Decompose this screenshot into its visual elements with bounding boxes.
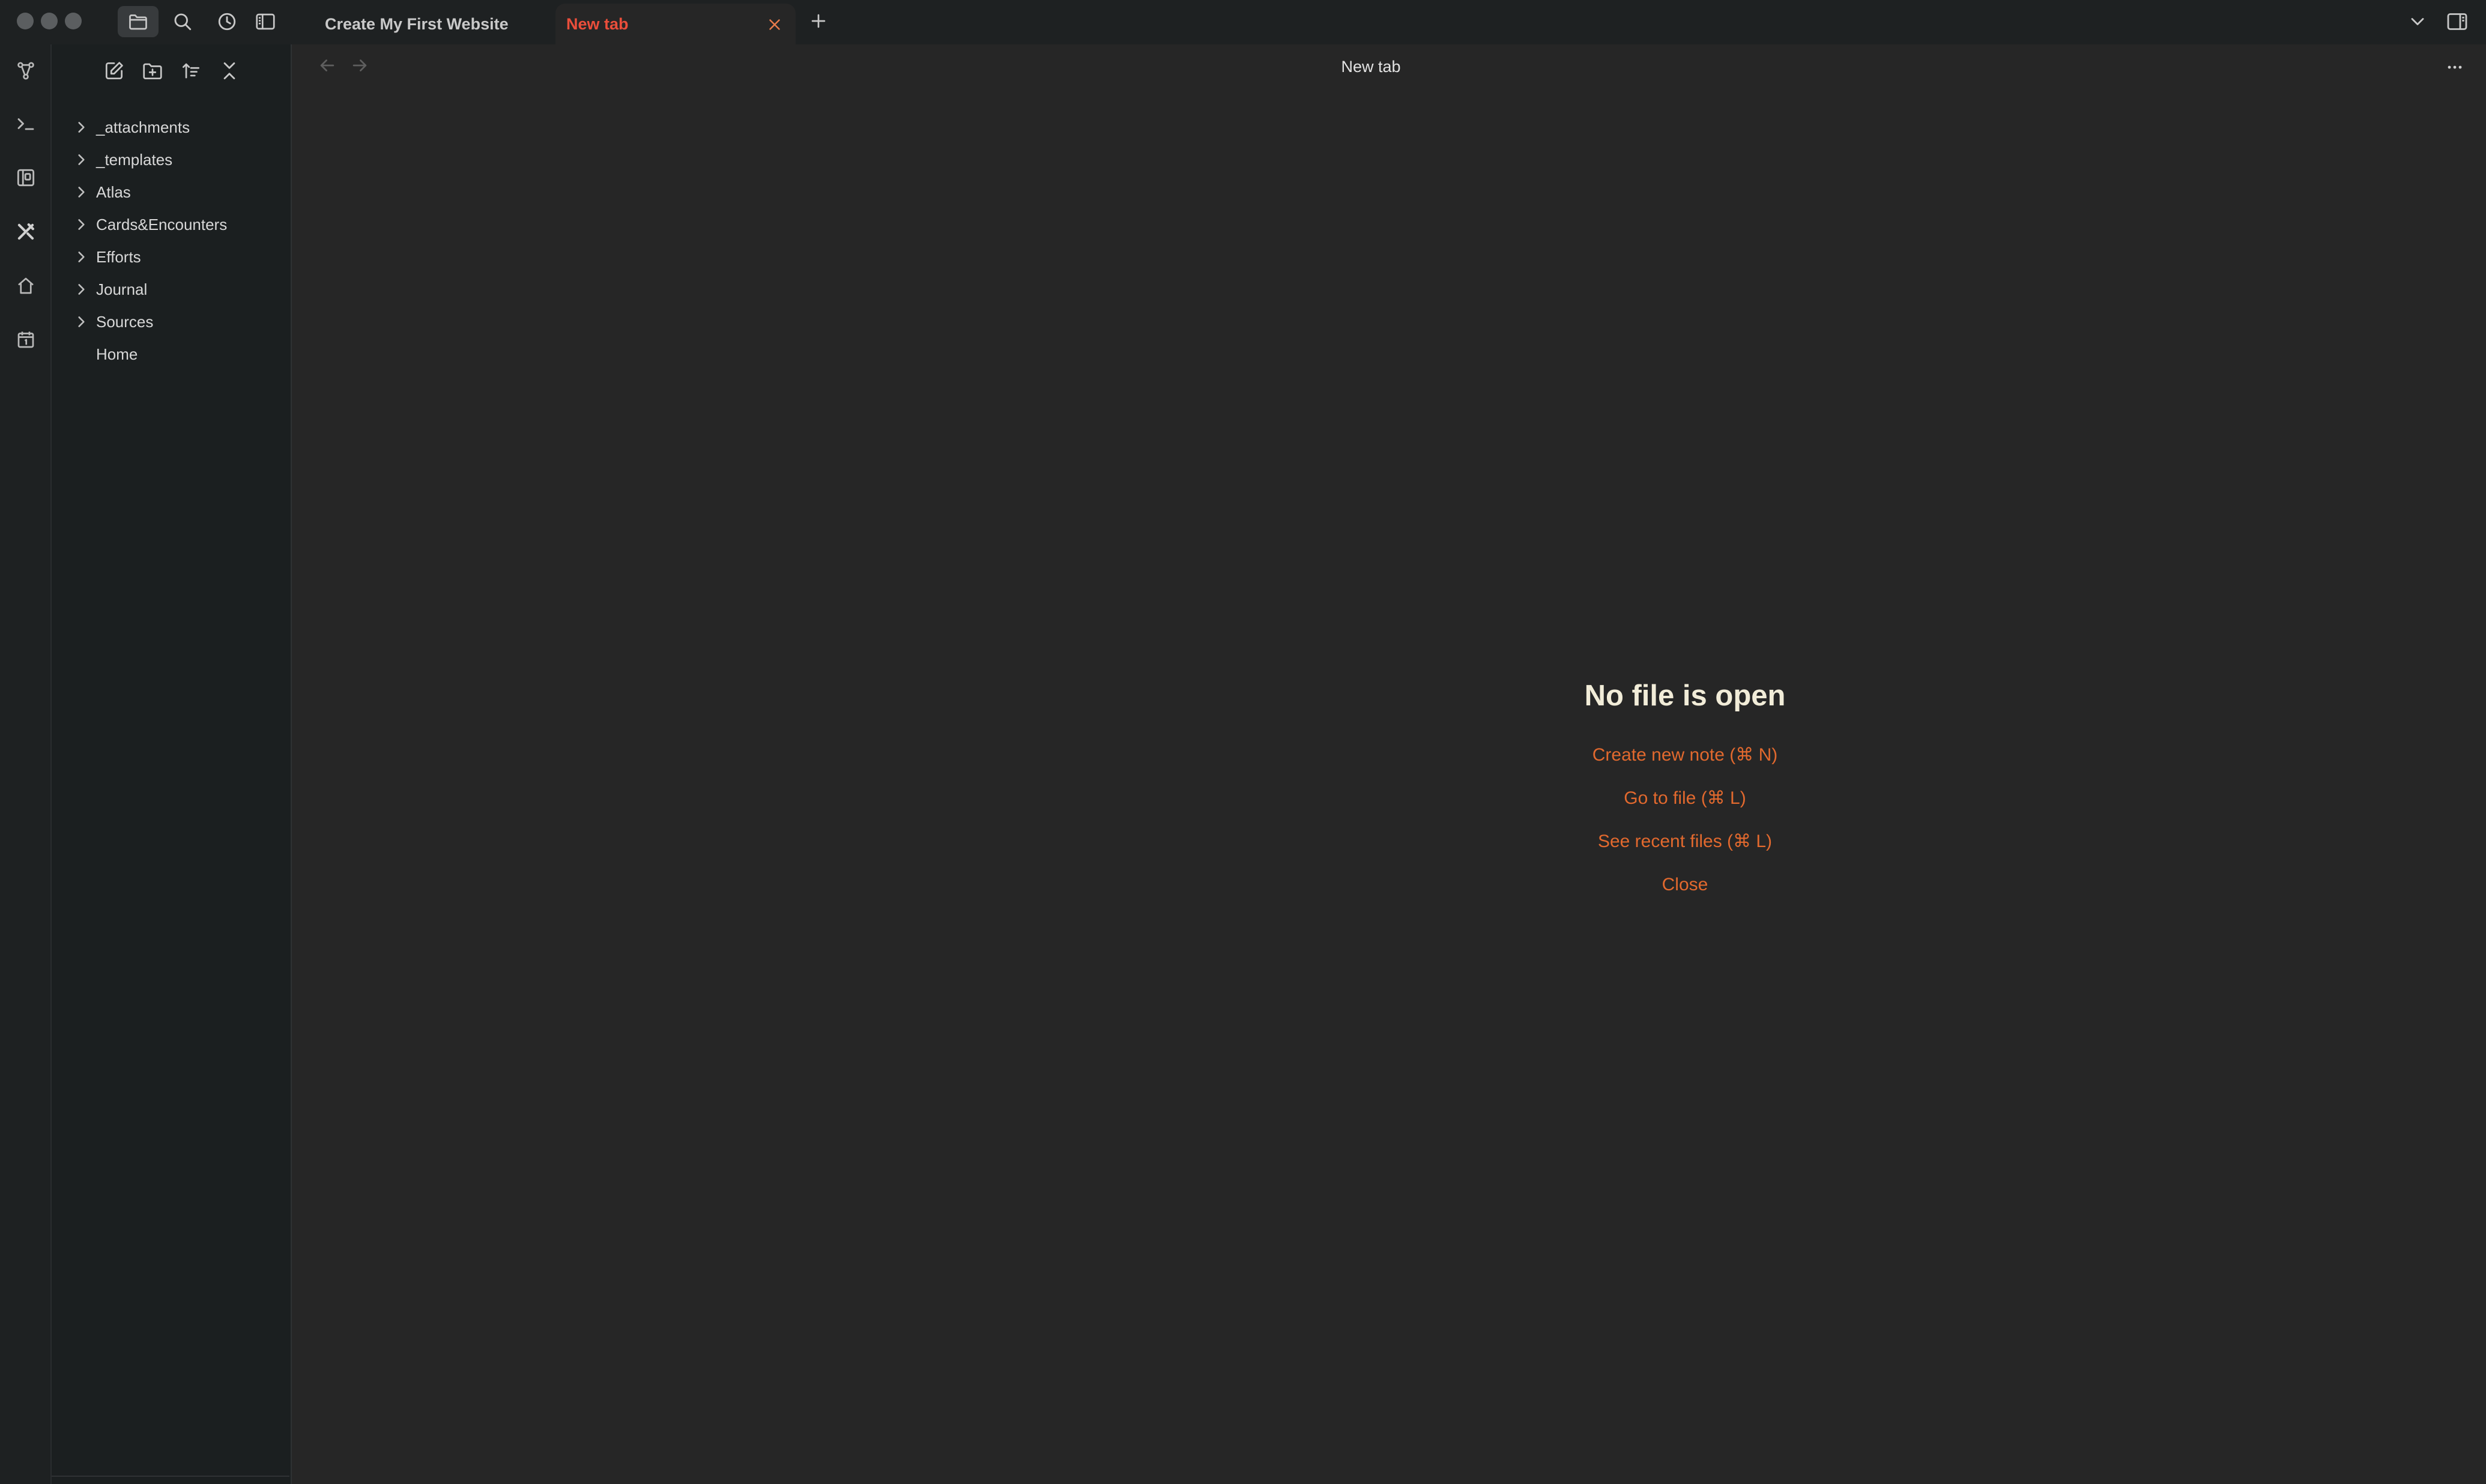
new-folder-icon[interactable] bbox=[139, 58, 166, 84]
tab-label: Create My First Website bbox=[325, 14, 509, 33]
folder-item[interactable]: Journal bbox=[52, 274, 289, 305]
files-button[interactable] bbox=[118, 6, 159, 37]
home-icon[interactable] bbox=[14, 274, 38, 298]
new-note-icon[interactable] bbox=[101, 58, 127, 84]
sidebar-footer bbox=[52, 1476, 289, 1484]
search-icon bbox=[172, 11, 193, 32]
tab-label: New tab bbox=[566, 14, 629, 33]
chevron-right-icon[interactable] bbox=[73, 184, 89, 201]
view-header: New tab bbox=[292, 44, 2486, 89]
sort-icon[interactable] bbox=[178, 58, 204, 84]
window-minimize-button[interactable] bbox=[41, 13, 58, 29]
sidebar-layout-icon bbox=[254, 10, 277, 33]
folder-item[interactable]: Atlas bbox=[52, 176, 289, 208]
recent-files-button[interactable] bbox=[207, 6, 247, 37]
toggle-sidebar-button[interactable] bbox=[245, 6, 286, 37]
tab-list-chevron-down-icon[interactable] bbox=[2407, 11, 2428, 32]
view-title: New tab bbox=[1341, 58, 1401, 76]
recent-icon bbox=[216, 11, 238, 32]
folder-label: _attachments bbox=[96, 118, 190, 136]
close-icon[interactable] bbox=[766, 16, 784, 34]
folder-label: Journal bbox=[96, 280, 148, 298]
folder-label: Atlas bbox=[96, 183, 131, 201]
title-bar: Create My First Website New tab bbox=[0, 0, 2486, 44]
folder-label: _templates bbox=[96, 151, 173, 169]
folder-item[interactable]: Cards&Encounters bbox=[52, 209, 289, 240]
folder-label: Sources bbox=[96, 313, 154, 331]
folder-label: Cards&Encounters bbox=[96, 216, 228, 234]
tab-create-my-first-website[interactable]: Create My First Website bbox=[312, 4, 552, 44]
close-link[interactable]: Close bbox=[1193, 863, 2177, 906]
left-ribbon bbox=[0, 44, 52, 1484]
create-new-note-link[interactable]: Create new note (⌘ N) bbox=[1193, 734, 2177, 777]
right-sidebar-toggle-icon[interactable] bbox=[2445, 10, 2469, 34]
see-recent-files-link[interactable]: See recent files (⌘ L) bbox=[1193, 820, 2177, 863]
calendar-icon[interactable] bbox=[14, 328, 38, 352]
folder-item[interactable]: _templates bbox=[52, 144, 289, 175]
file-item[interactable]: Home bbox=[52, 339, 289, 370]
chevron-right-icon[interactable] bbox=[73, 281, 89, 298]
files-icon bbox=[127, 11, 149, 32]
folder-item[interactable]: _attachments bbox=[52, 112, 289, 143]
chevron-right-icon[interactable] bbox=[73, 151, 89, 168]
tools-icon[interactable] bbox=[14, 220, 38, 244]
folder-label: Efforts bbox=[96, 248, 141, 266]
main-view: New tab No file is open Create new note … bbox=[292, 44, 2486, 1484]
folder-item[interactable]: Efforts bbox=[52, 241, 289, 273]
new-tab-icon[interactable] bbox=[808, 11, 829, 31]
terminal-icon[interactable] bbox=[14, 112, 38, 136]
chevron-right-icon[interactable] bbox=[73, 216, 89, 233]
search-button[interactable] bbox=[162, 6, 203, 37]
chevron-right-icon[interactable] bbox=[73, 249, 89, 265]
file-explorer-toolbar bbox=[52, 44, 291, 96]
file-explorer: _attachments _templates Atlas Cards&Enco… bbox=[52, 44, 292, 1484]
empty-state: No file is open Create new note (⌘ N) Go… bbox=[1193, 675, 2177, 906]
window-close-button[interactable] bbox=[17, 13, 34, 29]
graph-icon[interactable] bbox=[14, 59, 38, 83]
canvas-icon[interactable] bbox=[14, 166, 38, 190]
chevron-right-icon[interactable] bbox=[73, 313, 89, 330]
tab-new-tab[interactable]: New tab bbox=[555, 4, 796, 44]
collapse-all-icon[interactable] bbox=[216, 58, 243, 84]
chevron-right-icon[interactable] bbox=[73, 119, 89, 136]
more-options-icon[interactable] bbox=[2444, 56, 2466, 78]
go-to-file-link[interactable]: Go to file (⌘ L) bbox=[1193, 777, 2177, 820]
window-zoom-button[interactable] bbox=[65, 13, 82, 29]
folder-item[interactable]: Sources bbox=[52, 306, 289, 337]
file-label: Home bbox=[96, 345, 138, 363]
empty-state-title: No file is open bbox=[1584, 680, 1786, 712]
